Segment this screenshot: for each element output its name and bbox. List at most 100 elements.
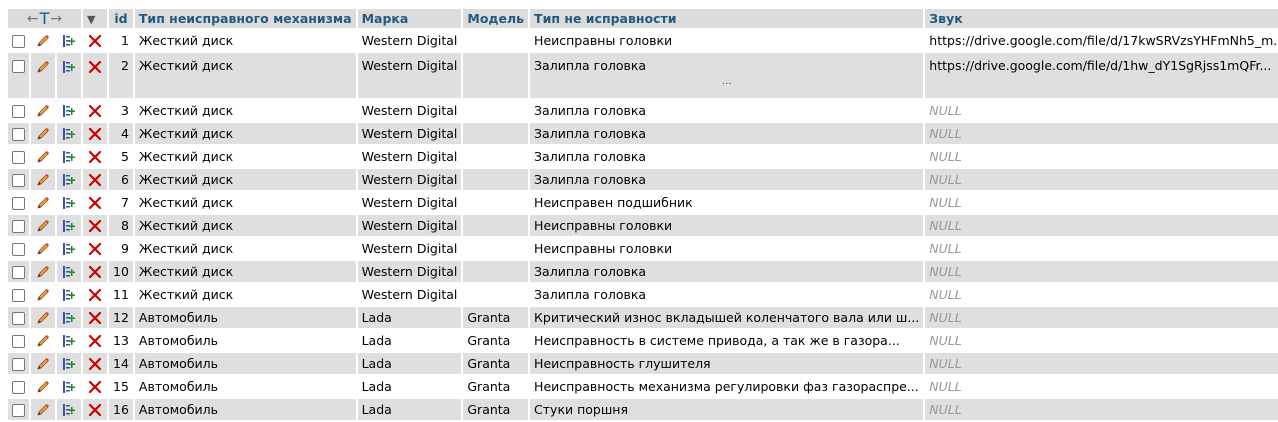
pencil-icon[interactable] [35,240,51,255]
table-row[interactable]: 8 Жесткий диск Western Digital Неисправны г… [8,215,1278,236]
edit-row-button[interactable] [31,261,55,282]
delete-x-icon[interactable] [87,355,103,370]
delete-x-icon[interactable] [87,58,103,73]
pencil-icon[interactable] [35,286,51,301]
pencil-icon[interactable] [35,309,51,324]
pencil-icon[interactable] [35,148,51,163]
copy-row-icon[interactable] [61,401,77,416]
table-row[interactable]: 11 Жесткий диск Western Digital Залипла гол… [8,284,1278,305]
delete-x-icon[interactable] [87,332,103,347]
copy-row-icon[interactable] [61,58,77,73]
pencil-icon[interactable] [35,171,51,186]
table-row[interactable]: 13 Автомобиль Lada Granta Неисправность в си… [8,330,1278,351]
pencil-icon[interactable] [35,401,51,416]
delete-x-icon[interactable] [87,263,103,278]
copy-row-button[interactable] [57,307,81,328]
edit-row-button[interactable] [31,307,55,328]
delete-row-button[interactable] [83,284,107,305]
column-header-sound[interactable]: Звук [925,9,1278,28]
copy-row-icon[interactable] [61,102,77,117]
cell-sound[interactable]: https://drive.google.com/file/d/17kwSRVz… [925,30,1278,51]
column-header-model[interactable]: Модель [463,9,529,28]
delete-x-icon[interactable] [87,240,103,255]
table-row[interactable]: 3 Жесткий диск Western Digital Залипла голо… [8,100,1278,121]
column-header-brand[interactable]: Марка [357,9,462,28]
table-row[interactable]: 10 Жесткий диск Western Digital Залипла гол… [8,261,1278,282]
edit-row-button[interactable] [31,53,55,98]
delete-row-button[interactable] [83,169,107,190]
chevron-down-icon[interactable]: ▼ [87,13,95,26]
delete-row-button[interactable] [83,376,107,397]
delete-x-icon[interactable] [87,102,103,117]
row-checkbox[interactable] [8,376,29,397]
copy-row-button[interactable] [57,399,81,420]
row-checkbox[interactable] [8,169,29,190]
delete-x-icon[interactable] [87,286,103,301]
copy-row-button[interactable] [57,30,81,51]
pencil-icon[interactable] [35,102,51,117]
edit-row-button[interactable] [31,192,55,213]
copy-row-button[interactable] [57,330,81,351]
copy-row-button[interactable] [57,353,81,374]
pencil-icon[interactable] [35,194,51,209]
delete-row-button[interactable] [83,307,107,328]
table-row[interactable]: 4 Жесткий диск Western Digital Залипла голо… [8,123,1278,144]
delete-row-button[interactable] [83,399,107,420]
pencil-icon[interactable] [35,332,51,347]
edit-row-button[interactable] [31,30,55,51]
copy-row-button[interactable] [57,53,81,98]
row-checkbox[interactable] [8,123,29,144]
delete-x-icon[interactable] [87,32,103,47]
delete-row-button[interactable] [83,238,107,259]
copy-row-button[interactable] [57,215,81,236]
table-row[interactable]: 7 Жесткий диск Western Digital Неисправен п… [8,192,1278,213]
delete-row-button[interactable] [83,192,107,213]
row-checkbox[interactable] [8,100,29,121]
delete-x-icon[interactable] [87,217,103,232]
row-checkbox[interactable] [8,307,29,328]
delete-row-button[interactable] [83,261,107,282]
delete-x-icon[interactable] [87,125,103,140]
table-row[interactable]: 12 Автомобиль Lada Granta Критический износ … [8,307,1278,328]
left-arrow-icon[interactable]: ← [27,11,39,27]
edit-row-button[interactable] [31,238,55,259]
table-row[interactable]: 14 Автомобиль Lada Granta Неисправность глуш… [8,353,1278,374]
row-checkbox[interactable] [8,330,29,351]
delete-row-button[interactable] [83,123,107,144]
copy-row-icon[interactable] [61,217,77,232]
table-row[interactable]: 9 Жесткий диск Western Digital Неисправны г… [8,238,1278,259]
right-arrow-icon[interactable]: → [50,11,62,27]
row-checkbox[interactable] [8,353,29,374]
copy-row-icon[interactable] [61,148,77,163]
row-checkbox[interactable] [8,238,29,259]
table-row[interactable]: 15 Автомобиль Lada Granta Неисправность меха… [8,376,1278,397]
table-row[interactable]: 5 Жесткий диск Western Digital Залипла голо… [8,146,1278,167]
copy-row-button[interactable] [57,238,81,259]
copy-row-button[interactable] [57,169,81,190]
delete-row-button[interactable] [83,30,107,51]
column-header-mechanism[interactable]: Тип неисправного механизма [134,9,356,28]
delete-x-icon[interactable] [87,194,103,209]
pencil-icon[interactable] [35,125,51,140]
copy-row-button[interactable] [57,284,81,305]
column-header-fault[interactable]: Тип не исправности [530,9,924,28]
sort-dropdown[interactable]: ▼ [83,9,107,28]
copy-row-button[interactable] [57,100,81,121]
delete-row-button[interactable] [83,330,107,351]
edit-row-button[interactable] [31,353,55,374]
row-checkbox[interactable] [8,261,29,282]
delete-row-button[interactable] [83,100,107,121]
row-checkbox[interactable] [8,30,29,51]
delete-x-icon[interactable] [87,401,103,416]
copy-row-icon[interactable] [61,194,77,209]
copy-row-button[interactable] [57,261,81,282]
edit-row-button[interactable] [31,100,55,121]
copy-row-icon[interactable] [61,332,77,347]
row-checkbox[interactable] [8,399,29,420]
row-checkbox[interactable] [8,192,29,213]
delete-row-button[interactable] [83,53,107,98]
copy-row-button[interactable] [57,376,81,397]
copy-row-button[interactable] [57,123,81,144]
pencil-icon[interactable] [35,355,51,370]
copy-row-icon[interactable] [61,355,77,370]
